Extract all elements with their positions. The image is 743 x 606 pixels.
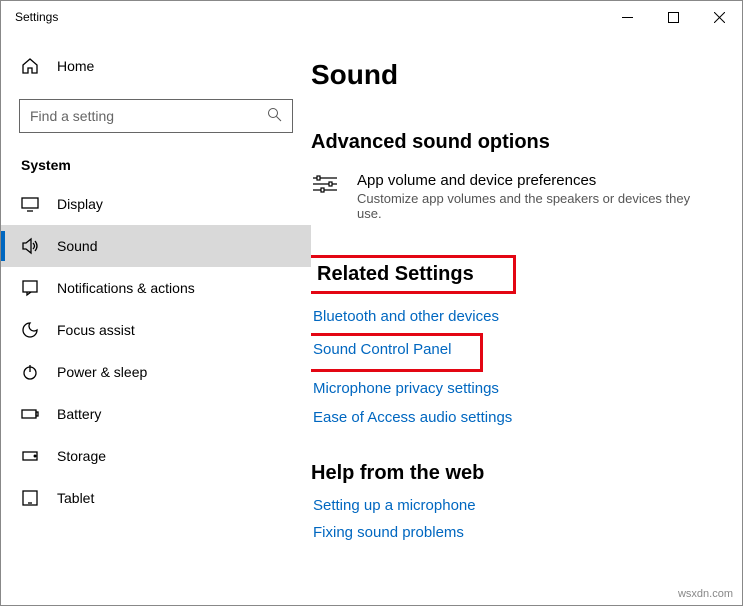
page-title: Sound	[311, 59, 716, 91]
link-microphone-privacy[interactable]: Microphone privacy settings	[313, 380, 716, 397]
link-ease-of-access-audio[interactable]: Ease of Access audio settings	[313, 409, 716, 426]
sound-icon	[21, 237, 39, 255]
home-icon	[21, 57, 39, 75]
sidebar: Home Find a setting System Display Sound…	[1, 33, 311, 605]
notifications-icon	[21, 279, 39, 297]
power-icon	[21, 363, 39, 381]
advanced-section-title: Advanced sound options	[311, 131, 716, 154]
sidebar-home-label: Home	[57, 58, 94, 74]
sidebar-home[interactable]: Home	[1, 49, 311, 83]
sidebar-item-power-sleep[interactable]: Power & sleep	[1, 351, 311, 393]
sidebar-category: System	[1, 151, 311, 183]
link-sound-control-panel[interactable]: Sound Control Panel	[313, 341, 451, 358]
link-setup-mic[interactable]: Setting up a microphone	[313, 497, 716, 514]
maximize-button[interactable]	[650, 1, 696, 33]
sidebar-item-label: Notifications & actions	[57, 280, 195, 296]
sidebar-item-display[interactable]: Display	[1, 183, 311, 225]
sidebar-item-label: Focus assist	[57, 322, 135, 338]
help-section-title: Help from the web	[311, 462, 716, 485]
sidebar-item-storage[interactable]: Storage	[1, 435, 311, 477]
search-icon	[267, 107, 282, 125]
focus-icon	[21, 321, 39, 339]
watermark: wsxdn.com	[678, 588, 733, 600]
titlebar: Settings	[1, 1, 742, 33]
sliders-icon	[311, 172, 341, 221]
close-button[interactable]	[696, 1, 742, 33]
sidebar-item-focus-assist[interactable]: Focus assist	[1, 309, 311, 351]
battery-icon	[21, 405, 39, 423]
sidebar-item-sound[interactable]: Sound	[1, 225, 311, 267]
sidebar-item-label: Sound	[57, 238, 97, 254]
sidebar-item-label: Storage	[57, 448, 106, 464]
display-icon	[21, 195, 39, 213]
storage-icon	[21, 447, 39, 465]
sidebar-item-tablet[interactable]: Tablet	[1, 477, 311, 519]
sidebar-item-label: Display	[57, 196, 103, 212]
tablet-icon	[21, 489, 39, 507]
sidebar-item-notifications[interactable]: Notifications & actions	[1, 267, 311, 309]
app-volume-preferences[interactable]: App volume and device preferences Custom…	[311, 172, 716, 221]
search-placeholder: Find a setting	[30, 108, 114, 124]
main-content: Sound Advanced sound options App volume …	[311, 33, 742, 605]
window-title: Settings	[15, 10, 604, 24]
link-bluetooth[interactable]: Bluetooth and other devices	[313, 308, 716, 325]
link-fix-sound[interactable]: Fixing sound problems	[313, 524, 716, 541]
related-settings-title: Related Settings	[311, 259, 512, 290]
sidebar-item-label: Power & sleep	[57, 364, 147, 380]
adv-label: App volume and device preferences	[357, 172, 697, 189]
sidebar-item-label: Battery	[57, 406, 101, 422]
sidebar-item-label: Tablet	[57, 490, 94, 506]
search-input[interactable]: Find a setting	[19, 99, 293, 133]
window-controls	[604, 1, 742, 33]
sidebar-item-battery[interactable]: Battery	[1, 393, 311, 435]
minimize-button[interactable]	[604, 1, 650, 33]
adv-desc: Customize app volumes and the speakers o…	[357, 191, 697, 221]
